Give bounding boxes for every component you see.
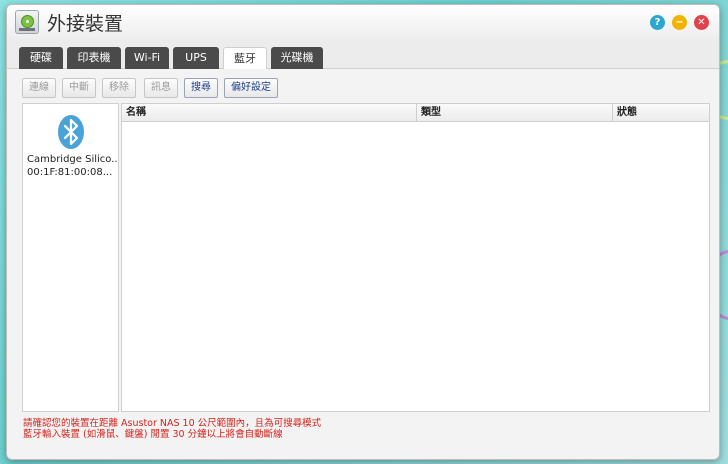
help-button[interactable]: ? [650,15,665,30]
note-range: 請確認您的裝置在距離 Asustor NAS 10 公尺範圍內，且為可搜尋模式 [23,418,322,429]
tab-printers[interactable]: 印表機 [67,47,121,69]
tab-disks[interactable]: 硬碟 [19,47,63,69]
notes: 請確認您的裝置在距離 Asustor NAS 10 公尺範圍內，且為可搜尋模式 … [23,418,713,440]
external-devices-icon [15,10,39,34]
info-button[interactable]: 訊息 [144,78,178,98]
disconnect-button[interactable]: 中斷 [62,78,96,98]
tab-optical-drive[interactable]: 光碟機 [271,47,323,69]
tab-bluetooth[interactable]: 藍牙 [223,47,267,69]
remove-button[interactable]: 移除 [102,78,136,98]
device-name: Cambridge Silico... [27,154,117,165]
toolbar: 連線 中斷 移除 訊息 搜尋 偏好設定 [7,69,719,101]
device-table: 名稱 類型 狀態 [121,103,710,412]
minimize-button[interactable]: − [672,15,687,30]
window-title: 外接裝置 [47,13,124,35]
search-button[interactable]: 搜尋 [184,78,218,98]
tab-bar: 硬碟 印表機 Wi-Fi UPS 藍牙 光碟機 [7,39,719,69]
tab-wifi[interactable]: Wi-Fi [125,47,169,69]
column-header-name[interactable]: 名稱 [122,104,417,122]
column-header-type[interactable]: 類型 [417,104,613,122]
device-mac: 00:1F:81:00:08... [27,167,113,178]
device-list: Cambridge Silico... 00:1F:81:00:08... [22,103,119,412]
close-button[interactable]: ✕ [694,15,709,30]
preferences-button[interactable]: 偏好設定 [224,78,278,98]
column-header-status[interactable]: 狀態 [613,104,709,122]
title-bar[interactable]: 外接裝置 ? − ✕ [7,5,719,39]
external-devices-window: 外接裝置 ? − ✕ 硬碟 印表機 Wi-Fi UPS 藍牙 光碟機 連線 中斷… [6,4,720,460]
tab-ups[interactable]: UPS [173,47,219,69]
note-idle: 藍牙輸入裝置 (如滑鼠、鍵盤) 閒置 30 分鐘以上將會自動斷線 [23,429,283,440]
connect-button[interactable]: 連線 [22,78,56,98]
table-header: 名稱 類型 狀態 [122,104,709,122]
bluetooth-icon [58,115,84,149]
